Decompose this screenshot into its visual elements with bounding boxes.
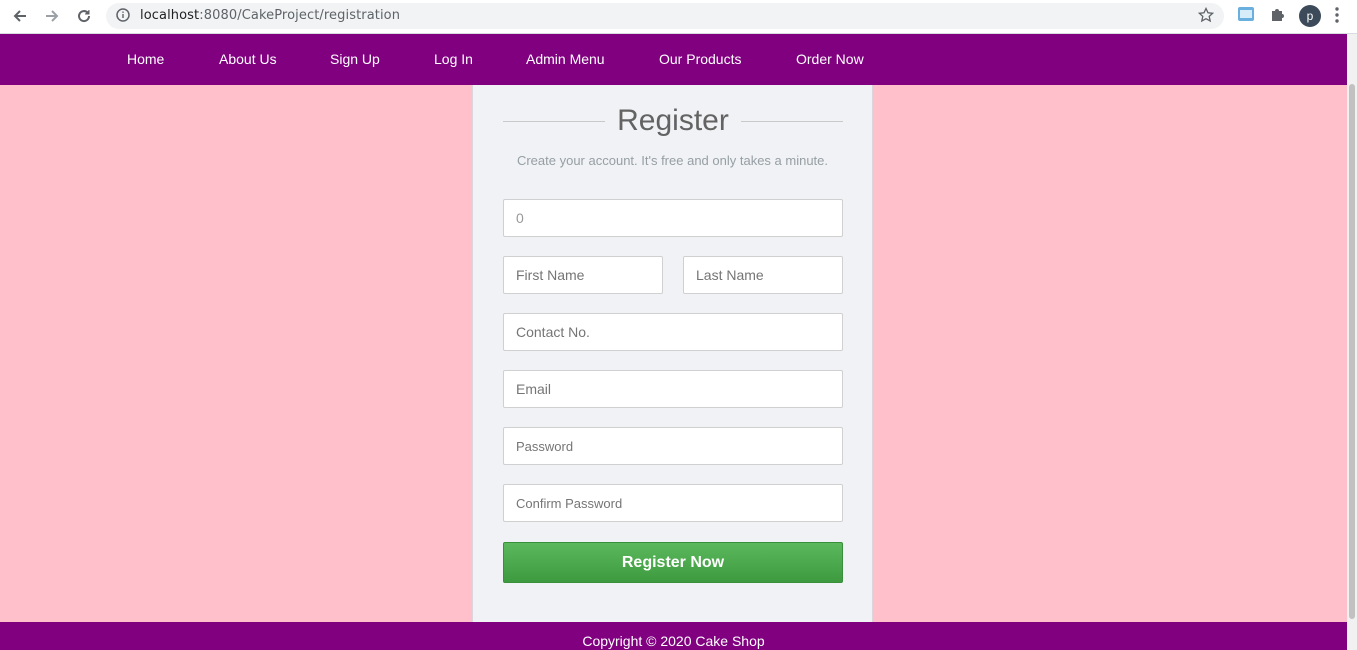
- nav-about-us[interactable]: About Us: [219, 51, 277, 67]
- back-button[interactable]: [8, 4, 32, 28]
- avatar[interactable]: p: [1299, 5, 1321, 27]
- nav-admin-menu[interactable]: Admin Menu: [526, 51, 605, 67]
- kebab-menu-icon[interactable]: [1334, 6, 1340, 29]
- info-icon[interactable]: [116, 8, 130, 27]
- contact-field[interactable]: [503, 313, 843, 351]
- id-field[interactable]: [503, 199, 843, 237]
- form-header: Register: [503, 103, 843, 139]
- nav-our-products[interactable]: Our Products: [659, 51, 741, 67]
- pst-extension-icon[interactable]: [1237, 5, 1255, 28]
- forward-button[interactable]: [40, 4, 64, 28]
- nav-order-now[interactable]: Order Now: [796, 51, 864, 67]
- nav-home[interactable]: Home: [127, 51, 164, 67]
- url-text[interactable]: localhost:8080/CakeProject/registration: [140, 8, 400, 23]
- reload-icon: [78, 10, 91, 23]
- last-name-field[interactable]: [683, 256, 843, 294]
- puzzle-icon[interactable]: [1269, 5, 1287, 28]
- arrow-right-icon: [46, 10, 59, 22]
- address-bar[interactable]: localhost:8080/CakeProject/registration: [106, 3, 1224, 29]
- footer: Copyright © 2020 Cake Shop: [0, 622, 1347, 650]
- browser-toolbar: localhost:8080/CakeProject/registration …: [0, 0, 1357, 34]
- main-nav: Home About Us Sign Up Log In Admin Menu …: [0, 34, 1347, 85]
- register-button[interactable]: Register Now: [503, 542, 843, 583]
- registration-form: Register Create your account. It's free …: [472, 85, 873, 622]
- url-host: localhost: [140, 8, 200, 23]
- page-scrollbar[interactable]: [1347, 34, 1357, 650]
- nav-log-in[interactable]: Log In: [434, 51, 473, 67]
- url-path: :8080/CakeProject/registration: [199, 8, 401, 23]
- scrollbar-thumb[interactable]: [1349, 84, 1355, 619]
- nav-sign-up[interactable]: Sign Up: [330, 51, 380, 67]
- arrow-left-icon: [13, 10, 26, 22]
- form-subtitle: Create your account. It's free and only …: [516, 153, 829, 168]
- first-name-field[interactable]: [503, 256, 663, 294]
- confirm-password-field[interactable]: [503, 484, 843, 522]
- email-field[interactable]: [503, 370, 843, 408]
- copyright-text: Copyright © 2020 Cake Shop: [582, 633, 765, 649]
- password-field[interactable]: [503, 427, 843, 465]
- title-divider-right: [741, 121, 843, 122]
- star-icon[interactable]: [1197, 6, 1215, 28]
- reload-button[interactable]: [72, 4, 96, 28]
